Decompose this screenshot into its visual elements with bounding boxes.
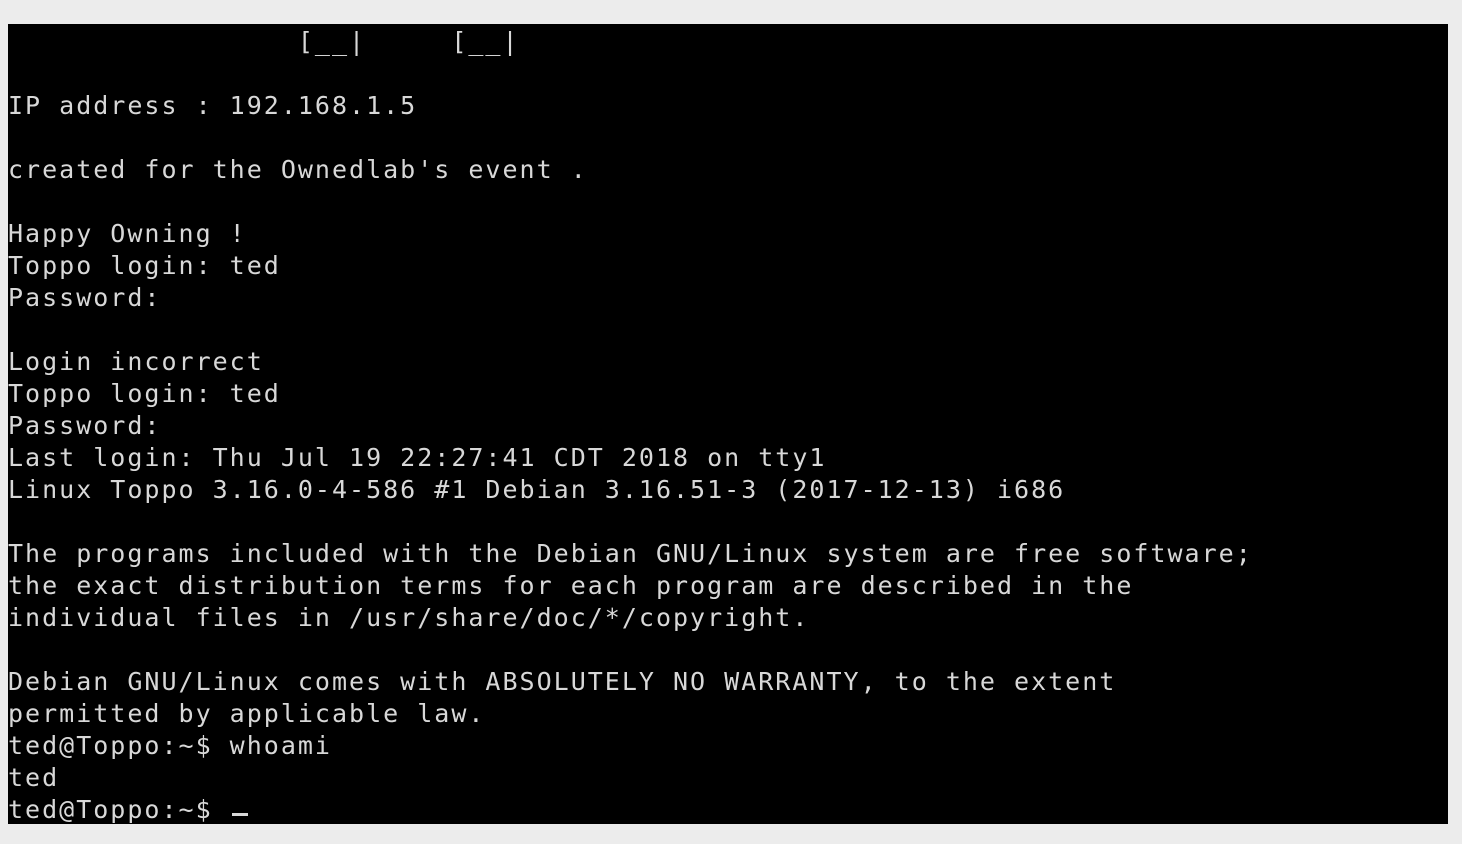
warranty-line: permitted by applicable law. bbox=[8, 699, 486, 728]
motd-line: the exact distribution terms for each pr… bbox=[8, 571, 1134, 600]
banner-line: [__| [__| bbox=[8, 27, 520, 56]
motd-line: The programs included with the Debian GN… bbox=[8, 539, 1253, 568]
kernel-info-line: Linux Toppo 3.16.0-4-586 #1 Debian 3.16.… bbox=[8, 475, 1066, 504]
command-line: ted@Toppo:~$ whoami bbox=[8, 731, 332, 760]
command-output-line: ted bbox=[8, 763, 60, 792]
last-login-line: Last login: Thu Jul 19 22:27:41 CDT 2018… bbox=[8, 443, 827, 472]
login-error-line: Login incorrect bbox=[8, 347, 264, 376]
ip-address-line: IP address : 192.168.1.5 bbox=[8, 91, 418, 120]
password-line: Password: bbox=[8, 411, 162, 440]
login-line: Toppo login: ted bbox=[8, 379, 281, 408]
login-line: Toppo login: ted bbox=[8, 251, 281, 280]
text-cursor bbox=[231, 813, 248, 816]
password-line: Password: bbox=[8, 283, 162, 312]
motd-line: individual files in /usr/share/doc/*/cop… bbox=[8, 603, 810, 632]
warranty-line: Debian GNU/Linux comes with ABSOLUTELY N… bbox=[8, 667, 1117, 696]
shell-prompt: ted@Toppo:~$ bbox=[8, 795, 230, 824]
active-prompt-line[interactable]: ted@Toppo:~$ bbox=[8, 794, 1253, 824]
terminal-window[interactable]: [__| [__| IP address : 192.168.1.5 creat… bbox=[8, 24, 1448, 824]
event-line: created for the Ownedlab's event . bbox=[8, 155, 588, 184]
greeting-line: Happy Owning ! bbox=[8, 219, 247, 248]
console-output: [__| [__| IP address : 192.168.1.5 creat… bbox=[8, 26, 1253, 824]
